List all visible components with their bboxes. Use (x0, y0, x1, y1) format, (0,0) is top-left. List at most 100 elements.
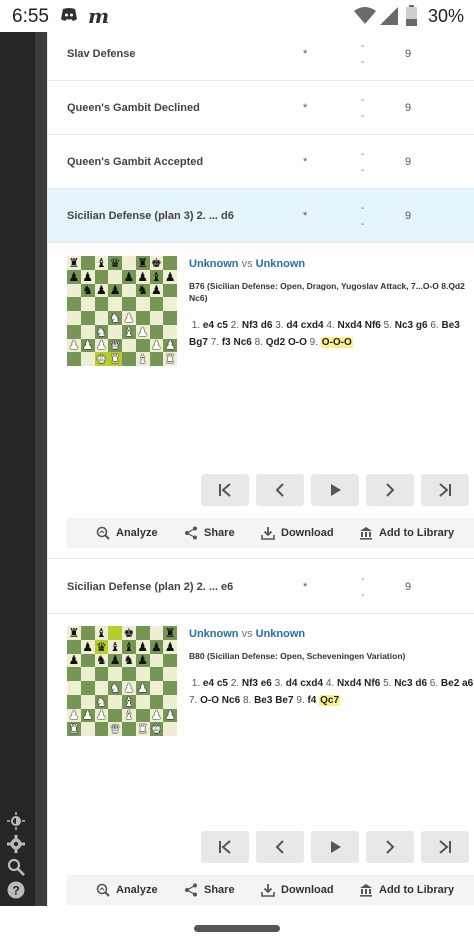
black-pawn-icon[interactable]: ♟ (136, 270, 150, 284)
white-knight-icon[interactable]: ♞ (95, 325, 109, 339)
move[interactable]: Nf6 (365, 320, 381, 331)
help-icon[interactable]: ? (7, 881, 25, 899)
board-square[interactable] (149, 681, 164, 695)
move[interactable]: c5 (217, 320, 228, 331)
move[interactable]: Qc7 (319, 695, 341, 706)
black-pawn-icon[interactable]: ♟ (67, 270, 81, 284)
board-square[interactable]: ♟ (108, 283, 122, 298)
black-pawn-icon[interactable]: ♟ (108, 654, 122, 668)
board-square[interactable]: ♜ (135, 722, 150, 736)
white-player-link[interactable]: Unknown (189, 628, 239, 640)
board-square[interactable] (163, 283, 177, 298)
move[interactable]: g6 (416, 320, 428, 331)
board-square[interactable] (80, 352, 95, 366)
board-square[interactable] (135, 626, 150, 640)
white-pawn-icon[interactable]: ♟ (122, 681, 136, 695)
move[interactable]: f3 (222, 337, 231, 348)
board-square[interactable]: ♜ (67, 256, 81, 270)
board-square[interactable]: ♞ (94, 653, 109, 668)
move[interactable]: Be7 (275, 695, 293, 706)
board-square[interactable] (80, 722, 95, 736)
board-square[interactable]: ♟ (108, 653, 122, 668)
board-square[interactable] (122, 667, 136, 681)
move[interactable]: Nc3 (394, 678, 412, 689)
board-square[interactable] (67, 297, 81, 311)
board-square[interactable] (80, 653, 95, 668)
next-move-button[interactable] (366, 831, 414, 863)
board-square[interactable] (80, 681, 95, 695)
black-player-link[interactable]: Unknown (256, 628, 306, 640)
board-square[interactable]: ♜ (108, 352, 122, 366)
move[interactable]: Bg7 (189, 337, 208, 348)
black-queen-icon[interactable]: ♛ (95, 640, 109, 654)
white-pawn-icon[interactable]: ♟ (95, 709, 109, 723)
black-knight-icon[interactable]: ♞ (136, 284, 150, 298)
board-square[interactable]: ♝ (122, 694, 136, 709)
black-pawn-icon[interactable]: ♟ (136, 654, 150, 668)
board-square[interactable] (108, 269, 122, 284)
white-pawn-icon[interactable]: ♟ (163, 339, 177, 353)
board-square[interactable] (80, 256, 95, 270)
board-square[interactable]: ♟ (163, 269, 177, 284)
move[interactable]: Be3 (441, 320, 459, 331)
board-square[interactable]: ♚ (94, 352, 109, 366)
white-pawn-icon[interactable]: ♟ (150, 339, 164, 353)
share-button[interactable]: Share (184, 875, 235, 905)
board-square[interactable]: ♝ (94, 256, 109, 270)
board-square[interactable]: ♜ (67, 722, 81, 736)
board-square[interactable]: ♟ (94, 283, 109, 298)
board-square[interactable] (67, 324, 81, 339)
white-rook-icon[interactable]: ♜ (163, 352, 177, 366)
black-pawn-icon[interactable]: ♟ (122, 270, 136, 284)
gear-icon[interactable] (7, 835, 25, 853)
move[interactable]: Nxd4 (337, 678, 361, 689)
white-pawn-icon[interactable]: ♟ (81, 709, 95, 723)
board-square[interactable]: ♟ (163, 338, 177, 353)
white-knight-icon[interactable]: ♞ (95, 695, 109, 709)
move[interactable]: Nxd4 (337, 320, 361, 331)
board-square[interactable] (163, 694, 177, 709)
move[interactable]: cxd4 (301, 320, 324, 331)
move[interactable]: O-O (288, 337, 307, 348)
board-square[interactable]: ♟ (135, 653, 150, 668)
board-square[interactable] (108, 324, 122, 339)
board-square[interactable] (67, 352, 81, 366)
board-square[interactable]: ♟ (135, 269, 150, 284)
black-rook-icon[interactable]: ♜ (67, 626, 81, 640)
add-to-library-button[interactable]: Add to Library (359, 518, 454, 548)
move[interactable]: Be2 (441, 678, 459, 689)
black-king-icon[interactable]: ♚ (122, 626, 136, 640)
board-square[interactable]: ♚ (149, 256, 164, 270)
download-button[interactable]: Download (261, 875, 334, 905)
board-square[interactable]: ♟ (135, 324, 150, 339)
last-move-button[interactable] (421, 474, 469, 506)
play-button[interactable] (311, 831, 359, 863)
last-move-button[interactable] (421, 831, 469, 863)
board-square[interactable] (67, 639, 81, 654)
analyze-button[interactable]: Analyze (96, 518, 158, 548)
board-square[interactable] (94, 311, 109, 325)
prev-move-button[interactable] (256, 474, 304, 506)
white-pawn-icon[interactable]: ♟ (136, 681, 150, 695)
board-square[interactable] (122, 283, 136, 298)
black-pawn-icon[interactable]: ♟ (67, 654, 81, 668)
move[interactable]: d4 (286, 678, 298, 689)
black-bishop-icon[interactable]: ♝ (95, 626, 109, 640)
board-square[interactable] (149, 297, 164, 311)
board-square[interactable]: ♟ (135, 681, 150, 695)
black-knight-icon[interactable]: ♞ (95, 654, 109, 668)
board-square[interactable]: ♜ (163, 626, 177, 640)
board-square[interactable] (67, 694, 81, 709)
board-square[interactable] (67, 681, 81, 695)
move[interactable]: Nf3 (242, 678, 258, 689)
board-square[interactable] (135, 667, 150, 681)
board-square[interactable] (163, 256, 177, 270)
move[interactable]: cxd4 (300, 678, 323, 689)
opening-row[interactable]: Queen's Gambit Accepted * -- 9 (48, 135, 474, 189)
white-pawn-icon[interactable]: ♟ (122, 311, 136, 325)
board-square[interactable]: ♟ (80, 708, 95, 723)
chess-board[interactable]: ♜ ♝ ♚ ♜ ♟ ♛ ♝ ♝ ♟ ♟ ♟ ♟ ♞ ♟ ♞ ♟ ♞ ♟ ♟ ♞ ♝ ♟ ♟ ♟ ♝ ♟ ♟ ♜ ♛ ♜ ♚ (67, 626, 177, 736)
board-square[interactable]: ♟ (94, 338, 109, 353)
board-square[interactable] (135, 708, 150, 723)
board-square[interactable] (122, 338, 136, 353)
